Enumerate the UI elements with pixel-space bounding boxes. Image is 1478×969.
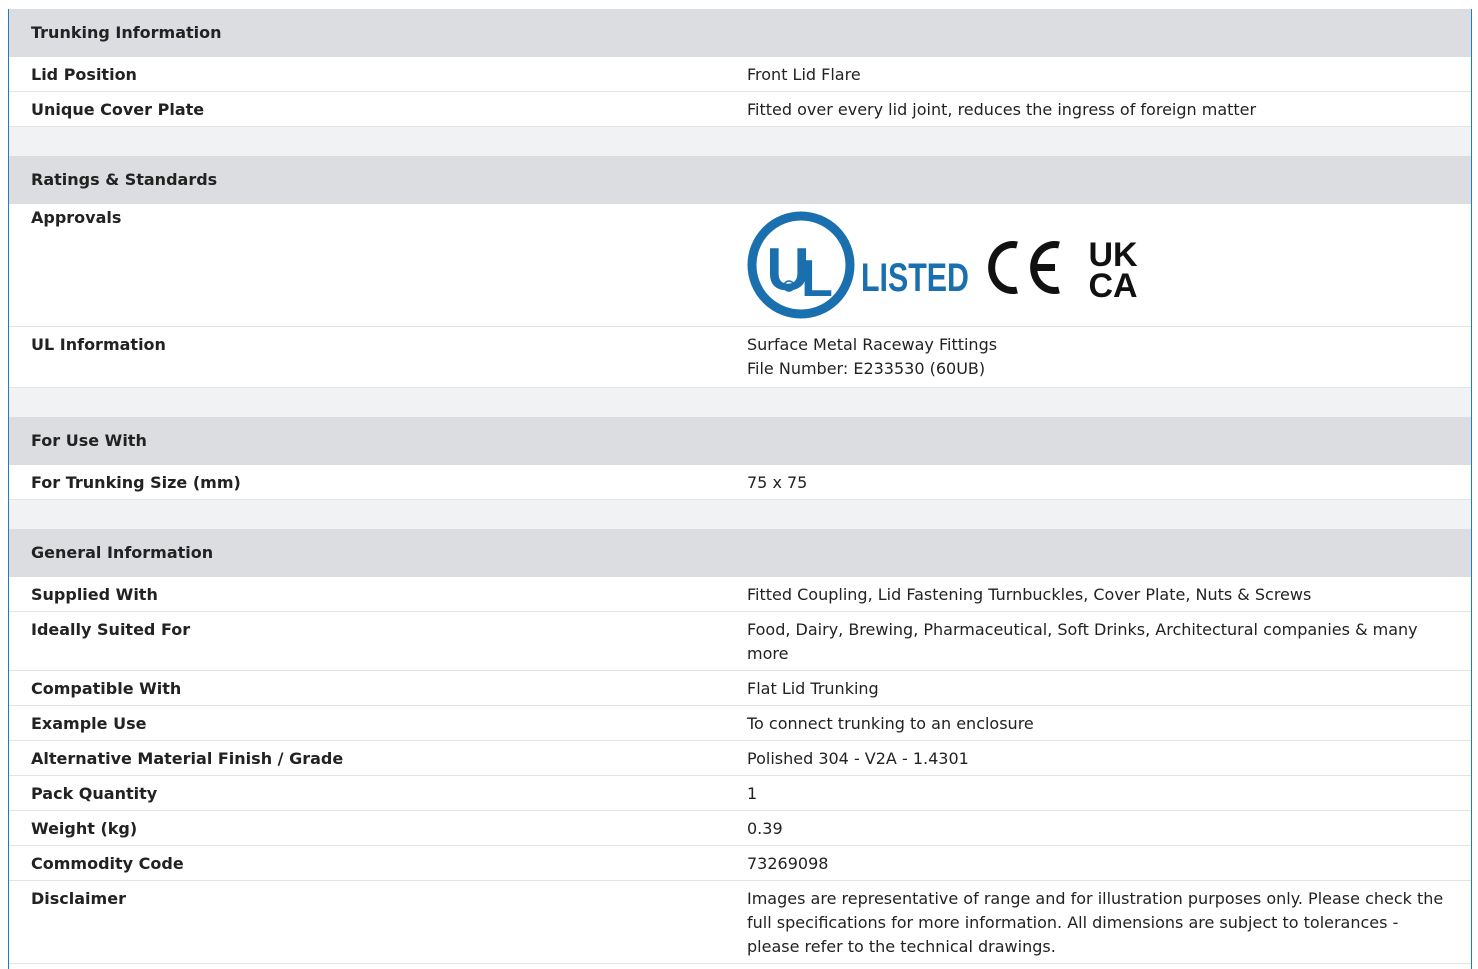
approvals-logos: U L LISTED UK CA (725, 204, 1471, 327)
section-spacer (9, 387, 1471, 417)
spec-label: Pack Quantity (9, 775, 725, 811)
spec-label: UL Information (9, 326, 725, 388)
section-title: For Use With (9, 417, 1471, 465)
section-spacer (9, 499, 1471, 529)
spec-value: Fitted over every lid joint, reduces the… (725, 91, 1471, 127)
section-title: General Information (9, 529, 1471, 577)
section-header-ratings: Ratings & Standards (9, 156, 1471, 204)
spec-label: Weight (kg) (9, 810, 725, 846)
svg-text:CA: CA (1088, 267, 1137, 305)
ukca-mark-icon: UK CA (1088, 236, 1138, 305)
ul-info-line: Surface Metal Raceway Fittings (747, 335, 998, 354)
spec-label: Supplied With (9, 577, 725, 612)
spec-value: Images are representative of range and f… (725, 880, 1471, 964)
section-header-use-with: For Use With (9, 417, 1471, 465)
ul-file-number: File Number: E233530 (60UB) (747, 359, 986, 378)
section-header-trunking: Trunking Information (9, 9, 1471, 57)
section-title: Ratings & Standards (9, 156, 1471, 204)
spec-label: Example Use (9, 705, 725, 741)
table-row: Lid Position Front Lid Flare (9, 57, 1471, 92)
table-row: Weight (kg) 0.39 (9, 810, 1471, 846)
table-row: Commodity Code 73269098 (9, 845, 1471, 881)
specifications-table: Trunking Information Lid Position Front … (9, 9, 1471, 964)
spec-label: Disclaimer (9, 880, 725, 964)
section-spacer (9, 126, 1471, 156)
section-title: Trunking Information (9, 9, 1471, 57)
spec-label: Lid Position (9, 57, 725, 92)
spec-value: Polished 304 - V2A - 1.4301 (725, 740, 1471, 776)
table-row: For Trunking Size (mm) 75 x 75 (9, 465, 1471, 500)
table-row: Alternative Material Finish / Grade Poli… (9, 740, 1471, 776)
spec-value: To connect trunking to an enclosure (725, 705, 1471, 741)
table-row: Pack Quantity 1 (9, 775, 1471, 811)
certification-logos: U L LISTED UK CA (747, 211, 1138, 319)
spec-value: Front Lid Flare (725, 57, 1471, 92)
table-row: Compatible With Flat Lid Trunking (9, 670, 1471, 706)
spec-label: Alternative Material Finish / Grade (9, 740, 725, 776)
table-row: Example Use To connect trunking to an en… (9, 705, 1471, 741)
spec-value: 75 x 75 (725, 465, 1471, 500)
table-row-approvals: Approvals U L LISTED UK CA (9, 204, 1471, 327)
spec-value: Fitted Coupling, Lid Fastening Turnbuckl… (725, 577, 1471, 612)
spec-value: Flat Lid Trunking (725, 670, 1471, 706)
spec-value: Food, Dairy, Brewing, Pharmaceutical, So… (725, 611, 1471, 671)
table-row: Disclaimer Images are representative of … (9, 880, 1471, 964)
spec-value: 0.39 (725, 810, 1471, 846)
svg-text:L: L (801, 250, 833, 308)
spec-label: Ideally Suited For (9, 611, 725, 671)
ul-listed-text: LISTED (861, 256, 969, 300)
table-row: Ideally Suited For Food, Dairy, Brewing,… (9, 611, 1471, 671)
spec-value: 1 (725, 775, 1471, 811)
spec-label: For Trunking Size (mm) (9, 465, 725, 500)
spec-label: Unique Cover Plate (9, 91, 725, 127)
spec-label: Compatible With (9, 670, 725, 706)
spec-value: Surface Metal Raceway Fittings File Numb… (725, 326, 1471, 388)
spec-label: Approvals (9, 204, 725, 327)
ul-logo: U L (747, 211, 855, 319)
table-row: Supplied With Fitted Coupling, Lid Faste… (9, 577, 1471, 612)
table-row: UL Information Surface Metal Raceway Fit… (9, 326, 1471, 388)
table-row: Unique Cover Plate Fitted over every lid… (9, 91, 1471, 127)
spec-value: 73269098 (725, 845, 1471, 881)
section-header-general: General Information (9, 529, 1471, 577)
spec-table-container: Trunking Information Lid Position Front … (8, 9, 1472, 969)
spec-label: Commodity Code (9, 845, 725, 881)
ce-mark-icon (988, 241, 1060, 294)
